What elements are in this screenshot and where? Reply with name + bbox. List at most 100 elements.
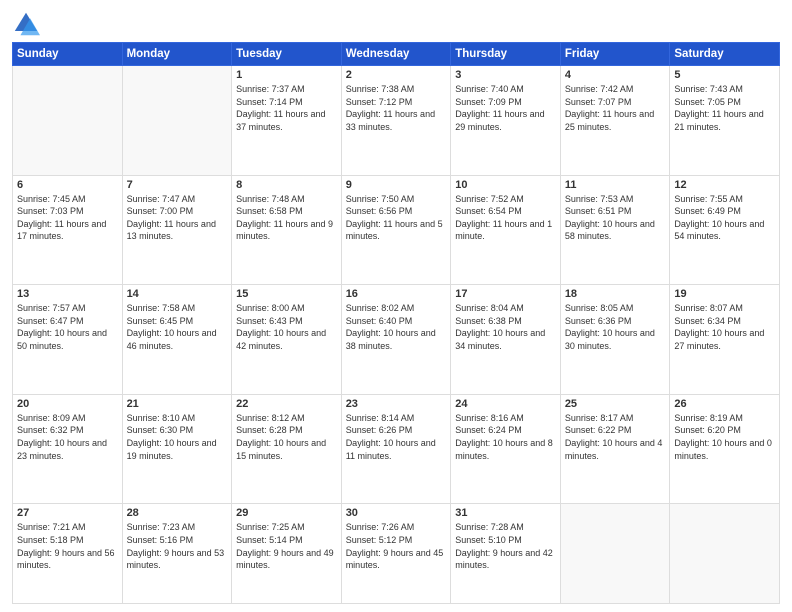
day-info-line: Daylight: 11 hours and 33 minutes.: [346, 109, 435, 132]
day-info-line: Sunset: 5:14 PM: [236, 535, 303, 545]
day-info-line: Daylight: 11 hours and 9 minutes.: [236, 219, 333, 242]
table-row: 1Sunrise: 7:37 AMSunset: 7:14 PMDaylight…: [232, 66, 342, 176]
day-info-line: Daylight: 9 hours and 56 minutes.: [17, 548, 115, 571]
col-wednesday: Wednesday: [341, 43, 451, 66]
table-row: 9Sunrise: 7:50 AMSunset: 6:56 PMDaylight…: [341, 175, 451, 285]
table-row: 31Sunrise: 7:28 AMSunset: 5:10 PMDayligh…: [451, 504, 561, 604]
day-info-line: Sunrise: 8:19 AM: [674, 413, 743, 423]
table-row: 6 Sunrise: 7:45 AMSunset: 7:03 PMDaylight…: [13, 175, 123, 285]
day-info: Sunrise: 7:28 AMSunset: 5:10 PMDaylight:…: [455, 521, 556, 571]
day-number: 24: [455, 398, 556, 410]
day-number: 4: [565, 69, 666, 81]
table-row: 21Sunrise: 8:10 AMSunset: 6:30 PMDayligh…: [122, 394, 232, 504]
day-info: Sunrise: 7:43 AMSunset: 7:05 PMDaylight:…: [674, 83, 775, 133]
day-info-line: Sunset: 6:58 PM: [236, 206, 303, 216]
table-row: 25 Sunrise: 8:17 AMSunset: 6:22 PMDayligh…: [560, 394, 670, 504]
day-number: 10: [455, 179, 556, 191]
table-row: 7 Sunrise: 7:47 AMSunset: 7:00 PMDaylight…: [122, 175, 232, 285]
day-number: 22: [236, 398, 337, 410]
day-info-line: Sunset: 6:56 PM: [346, 206, 413, 216]
day-info-line: Sunrise: 7:47 AM: [127, 194, 196, 204]
day-info-line: Sunrise: 7:50 AM: [346, 194, 415, 204]
day-info: Sunrise: 7:47 AMSunset: 7:00 PMDaylight:…: [127, 193, 228, 243]
day-number: 12: [674, 179, 775, 191]
day-info-line: Daylight: 10 hours and 11 minutes.: [346, 438, 436, 461]
day-info-line: Sunrise: 7:48 AM: [236, 194, 305, 204]
day-info-line: Daylight: 11 hours and 1 minute.: [455, 219, 552, 242]
table-row: 26Sunrise: 8:19 AMSunset: 6:20 PMDayligh…: [670, 394, 780, 504]
table-row: 8 Sunrise: 7:48 AM Sunset: 6:58 PM Daylight…: [232, 175, 342, 285]
day-info: Sunrise: 7:40 AMSunset: 7:09 PMDaylight:…: [455, 83, 556, 133]
day-info-line: Daylight: 10 hours and 8 minutes.: [455, 438, 553, 461]
table-row: 13Sunrise: 7:57 AMSunset: 6:47 PMDayligh…: [13, 285, 123, 395]
day-info-line: Sunrise: 7:40 AM: [455, 84, 524, 94]
day-number: 13: [17, 288, 118, 300]
table-row: [560, 504, 670, 604]
day-info: Sunrise: 8:09 AMSunset: 6:32 PMDaylight:…: [17, 412, 118, 462]
day-number: 25: [565, 398, 666, 410]
day-info-line: Daylight: 10 hours and 4 minutes.: [565, 438, 663, 461]
day-info: Sunrise: 8:12 AMSunset: 6:28 PMDaylight:…: [236, 412, 337, 462]
day-number: 27: [17, 507, 118, 519]
day-info-line: Sunrise: 7:26 AM: [346, 522, 415, 532]
day-info-line: Sunrise: 7:52 AM: [455, 194, 524, 204]
day-number: 28: [127, 507, 228, 519]
page-header: [12, 10, 780, 38]
table-row: [122, 66, 232, 176]
day-number: 3: [455, 69, 556, 81]
day-info: Sunrise: 8:17 AMSunset: 6:22 PMDaylight:…: [565, 412, 666, 462]
day-info-line: Sunset: 6:40 PM: [346, 316, 413, 326]
day-info-line: Sunrise: 7:25 AM: [236, 522, 305, 532]
day-number: 15: [236, 288, 337, 300]
table-row: 14Sunrise: 7:58 AMSunset: 6:45 PMDayligh…: [122, 285, 232, 395]
day-info-line: Daylight: 10 hours and 38 minutes.: [346, 328, 436, 351]
table-row: 23Sunrise: 8:14 AMSunset: 6:26 PMDayligh…: [341, 394, 451, 504]
day-info-line: Sunset: 5:12 PM: [346, 535, 413, 545]
table-row: 18Sunrise: 8:05 AMSunset: 6:36 PMDayligh…: [560, 285, 670, 395]
day-info-line: Sunset: 7:14 PM: [236, 97, 303, 107]
day-info-line: Sunset: 6:51 PM: [565, 206, 632, 216]
day-number: 19: [674, 288, 775, 300]
day-info-line: Sunset: 6:26 PM: [346, 425, 413, 435]
day-info: Sunrise: 7:42 AMSunset: 7:07 PMDaylight:…: [565, 83, 666, 133]
day-info: Sunrise: 7:58 AMSunset: 6:45 PMDaylight:…: [127, 302, 228, 352]
day-number: 18: [565, 288, 666, 300]
day-info-line: Daylight: 10 hours and 19 minutes.: [127, 438, 217, 461]
day-info-line: Sunset: 6:20 PM: [674, 425, 741, 435]
col-friday: Friday: [560, 43, 670, 66]
calendar-table: Sunday Monday Tuesday Wednesday Thursday…: [12, 42, 780, 604]
table-row: 22Sunrise: 8:12 AMSunset: 6:28 PMDayligh…: [232, 394, 342, 504]
day-info-line: Sunrise: 8:12 AM: [236, 413, 305, 423]
day-info-line: Sunset: 5:10 PM: [455, 535, 522, 545]
day-number: 7: [127, 179, 228, 191]
day-number: 8: [236, 179, 337, 191]
day-info: Sunrise: 7:45 AMSunset: 7:03 PMDaylight:…: [17, 193, 118, 243]
day-info-line: Sunrise: 8:00 AM: [236, 303, 305, 313]
day-info-line: Sunset: 6:36 PM: [565, 316, 632, 326]
day-number: 9: [346, 179, 447, 191]
table-row: 10 Sunrise: 7:52 AM Sunset: 6:54 PM Dayligh…: [451, 175, 561, 285]
day-info-line: Daylight: 11 hours and 17 minutes.: [17, 219, 106, 242]
day-info: Sunrise: 8:16 AMSunset: 6:24 PMDaylight:…: [455, 412, 556, 462]
table-row: 3 Sunrise: 7:40 AMSunset: 7:09 PMDaylight…: [451, 66, 561, 176]
day-info: Sunrise: 7:25 AMSunset: 5:14 PMDaylight:…: [236, 521, 337, 571]
day-info-line: Sunset: 6:54 PM: [455, 206, 522, 216]
day-info-line: Sunset: 6:30 PM: [127, 425, 194, 435]
day-info: Sunrise: 7:55 AMSunset: 6:49 PMDaylight:…: [674, 193, 775, 243]
day-info-line: Daylight: 11 hours and 21 minutes.: [674, 109, 763, 132]
day-info-line: Daylight: 10 hours and 23 minutes.: [17, 438, 107, 461]
day-number: 6: [17, 179, 118, 191]
day-info-line: Sunrise: 7:58 AM: [127, 303, 196, 313]
logo-icon: [12, 10, 40, 38]
day-info-line: Sunset: 5:18 PM: [17, 535, 84, 545]
day-info-line: Daylight: 10 hours and 0 minutes.: [674, 438, 772, 461]
day-info-line: Sunrise: 8:09 AM: [17, 413, 86, 423]
day-info-line: Sunrise: 8:04 AM: [455, 303, 524, 313]
day-info-line: Sunset: 6:28 PM: [236, 425, 303, 435]
col-sunday: Sunday: [13, 43, 123, 66]
day-info: Sunrise: 7:38 AMSunset: 7:12 PMDaylight:…: [346, 83, 447, 133]
day-info-line: Sunrise: 8:14 AM: [346, 413, 415, 423]
day-info: Sunrise: 8:04 AMSunset: 6:38 PMDaylight:…: [455, 302, 556, 352]
day-info-line: Daylight: 10 hours and 42 minutes.: [236, 328, 326, 351]
day-info-line: Sunrise: 7:28 AM: [455, 522, 524, 532]
